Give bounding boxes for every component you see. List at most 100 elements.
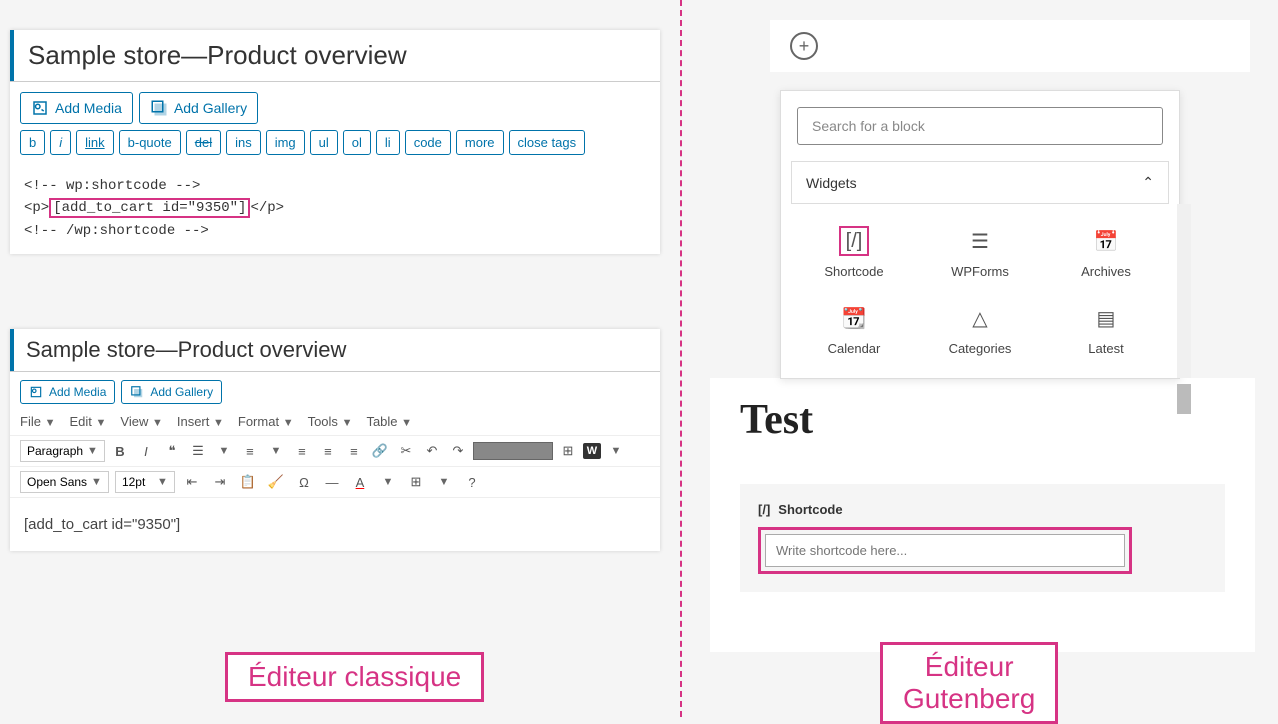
quote-button[interactable]: ❝ [161, 440, 183, 462]
add-gallery-button[interactable]: Add Gallery [139, 92, 258, 124]
widget-archives[interactable]: 📅 Archives [1047, 218, 1165, 287]
code-line: <!-- wp:shortcode --> [24, 175, 646, 197]
widget-shortcode[interactable]: [/] Shortcode [795, 218, 913, 287]
align-left-button[interactable]: ≡ [291, 440, 313, 462]
word-button[interactable]: W [583, 443, 601, 459]
media-toolbar: Add Media Add Gallery [10, 82, 660, 130]
menu-insert[interactable]: Insert ▼ [177, 414, 224, 429]
menu-file[interactable]: File ▼ [20, 414, 55, 429]
post-title-input[interactable] [14, 329, 660, 371]
specialchar-button[interactable]: Ω [293, 471, 315, 493]
classic-editor-visual: Add Media Add Gallery File ▼ Edit ▼ View… [10, 329, 660, 551]
classic-editor-panel: Add Media Add Gallery b i link b-quote d… [10, 30, 660, 591]
shortcode-icon: [/] [758, 502, 770, 517]
menu-view[interactable]: View ▼ [120, 414, 162, 429]
menu-tools[interactable]: Tools ▼ [308, 414, 353, 429]
gutenberg-content: Test [/] Shortcode [710, 378, 1255, 652]
gallery-icon [150, 99, 168, 117]
menu-table[interactable]: Table ▼ [366, 414, 412, 429]
numlist-dropdown[interactable]: ▼ [265, 440, 287, 462]
vertical-divider [680, 0, 682, 717]
redo-button[interactable]: ↷ [447, 440, 469, 462]
indent-button[interactable]: ⇥ [209, 471, 231, 493]
outdent-button[interactable]: ⇤ [181, 471, 203, 493]
post-title-input[interactable] [14, 30, 660, 81]
menu-edit[interactable]: Edit ▼ [69, 414, 106, 429]
block-inserter-popup: Search for a block Widgets ⌃ [/] Shortco… [780, 90, 1180, 379]
tag-ol[interactable]: ol [343, 130, 371, 155]
link-button[interactable]: 🔗 [369, 440, 391, 462]
shortcode-input[interactable] [765, 534, 1125, 567]
visual-editor-content[interactable]: [add_to_cart id="9350"] [10, 498, 660, 551]
tag-i[interactable]: i [50, 130, 71, 155]
add-media-button[interactable]: Add Media [20, 380, 115, 404]
tinymce-toolbar-2: Open Sans▼ 12pt▼ ⇤ ⇥ 📋 🧹 Ω — A ▼ ⊞ ▼ ? [10, 467, 660, 498]
tag-bquote[interactable]: b-quote [119, 130, 181, 155]
widget-calendar[interactable]: 📆 Calendar [795, 295, 913, 364]
align-right-button[interactable]: ≡ [343, 440, 365, 462]
add-media-button[interactable]: Add Media [20, 92, 133, 124]
size-dropdown[interactable]: 12pt▼ [115, 471, 175, 493]
table-dropdown[interactable]: ▼ [433, 471, 455, 493]
textcolor-dropdown[interactable]: ▼ [377, 471, 399, 493]
post-title[interactable]: Test [740, 396, 1225, 444]
tag-del[interactable]: del [186, 130, 221, 155]
code-line: <!-- /wp:shortcode --> [24, 220, 646, 242]
shortcode-input-highlight [758, 527, 1132, 574]
add-gallery-button[interactable]: Add Gallery [121, 380, 222, 404]
more-button[interactable]: ⊞ [557, 440, 579, 462]
scrollbar-thumb[interactable] [1177, 384, 1191, 414]
html-editor-textarea[interactable]: <!-- wp:shortcode --> <p>[add_to_cart id… [10, 163, 660, 254]
tag-closetags[interactable]: close tags [509, 130, 586, 155]
gutenberg-top-bar: + [770, 20, 1250, 72]
word-dropdown[interactable]: ▼ [605, 440, 627, 462]
italic-button[interactable]: I [135, 440, 157, 462]
widget-categories[interactable]: △ Categories [921, 295, 1039, 364]
categories-icon: △ [965, 303, 995, 333]
scrollbar-track[interactable] [1177, 204, 1191, 378]
bullist-button[interactable]: ☰ [187, 440, 209, 462]
paste-button[interactable]: 📋 [237, 471, 259, 493]
wpforms-icon: ☰ [965, 226, 995, 256]
media-icon [29, 385, 43, 399]
chevron-up-icon: ⌃ [1142, 174, 1154, 191]
hr-button[interactable]: — [321, 471, 343, 493]
add-media-label: Add Media [55, 100, 122, 116]
table-button[interactable]: ⊞ [405, 471, 427, 493]
format-dropdown[interactable]: Paragraph▼ [20, 440, 105, 462]
tag-more[interactable]: more [456, 130, 504, 155]
widget-latest[interactable]: ▤ Latest [1047, 295, 1165, 364]
media-icon [31, 99, 49, 117]
widgets-accordion[interactable]: Widgets ⌃ [791, 161, 1169, 204]
shortcode-block-label: [/] Shortcode [758, 502, 1207, 517]
tag-li[interactable]: li [376, 130, 400, 155]
add-block-button[interactable]: + [790, 32, 818, 60]
widget-grid: [/] Shortcode ☰ WPForms 📅 Archives 📆 Cal… [781, 204, 1179, 378]
bullist-dropdown[interactable]: ▼ [213, 440, 235, 462]
clear-button[interactable]: 🧹 [265, 471, 287, 493]
tag-code[interactable]: code [405, 130, 451, 155]
block-search-input[interactable]: Search for a block [797, 107, 1163, 145]
unlink-button[interactable]: ✂ [395, 440, 417, 462]
tag-b[interactable]: b [20, 130, 45, 155]
numlist-button[interactable]: ≡ [239, 440, 261, 462]
tag-ins[interactable]: ins [226, 130, 261, 155]
font-dropdown[interactable]: Open Sans▼ [20, 471, 109, 493]
classic-editor-label: Éditeur classique [225, 652, 484, 702]
color-swatch[interactable] [473, 442, 553, 460]
align-center-button[interactable]: ≡ [317, 440, 339, 462]
tag-img[interactable]: img [266, 130, 305, 155]
help-button[interactable]: ? [461, 471, 483, 493]
latest-icon: ▤ [1091, 303, 1121, 333]
gutenberg-editor-label: ÉditeurGutenberg [880, 642, 1058, 724]
menu-format[interactable]: Format ▼ [238, 414, 294, 429]
add-gallery-label: Add Gallery [174, 100, 247, 116]
tag-link[interactable]: link [76, 130, 114, 155]
tinymce-menubar: File ▼ Edit ▼ View ▼ Insert ▼ Format ▼ T… [10, 408, 660, 436]
bold-button[interactable]: B [109, 440, 131, 462]
widget-wpforms[interactable]: ☰ WPForms [921, 218, 1039, 287]
tag-ul[interactable]: ul [310, 130, 338, 155]
add-media-label: Add Media [49, 385, 106, 399]
textcolor-button[interactable]: A [349, 471, 371, 493]
undo-button[interactable]: ↶ [421, 440, 443, 462]
